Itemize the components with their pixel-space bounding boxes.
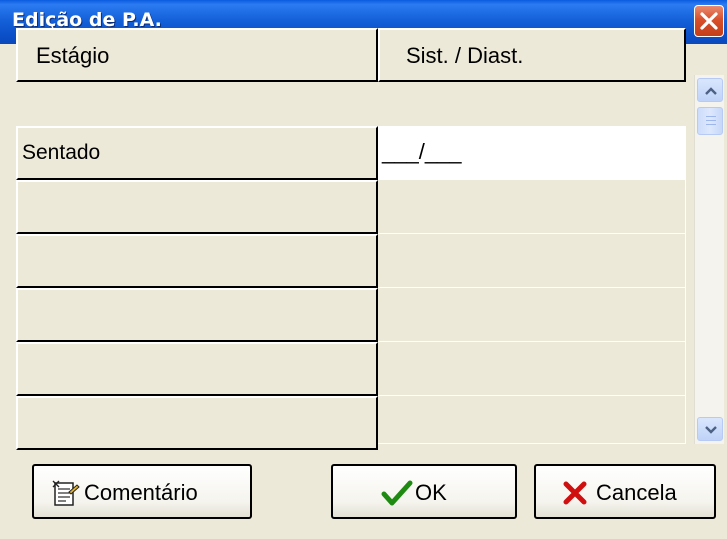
- pressure-cell[interactable]: [378, 288, 686, 342]
- scroll-thumb[interactable]: [697, 107, 723, 135]
- scroll-up-button[interactable]: [697, 78, 723, 102]
- scroll-down-button[interactable]: [697, 417, 723, 441]
- close-icon: [700, 12, 718, 30]
- pressure-cell[interactable]: [378, 396, 686, 444]
- column-header-pressure[interactable]: Sist. / Diast.: [378, 28, 686, 82]
- table-row-stage[interactable]: [16, 342, 378, 396]
- notepad-icon: [52, 480, 80, 506]
- comment-button-label: Comentário: [84, 480, 198, 505]
- comment-button[interactable]: Comentário: [32, 464, 252, 519]
- ok-button-label: OK: [415, 480, 447, 505]
- table-row-stage[interactable]: [16, 180, 378, 234]
- vertical-scrollbar[interactable]: [694, 75, 724, 444]
- column-header-stage-label: Estágio: [36, 43, 110, 68]
- stage-cell: Sentado: [22, 141, 101, 164]
- pressure-cell[interactable]: [378, 180, 686, 234]
- table-row-stage[interactable]: [16, 288, 378, 342]
- column-header-pressure-label: Sist. / Diast.: [406, 43, 524, 68]
- table-row-stage[interactable]: Sentado: [16, 126, 378, 180]
- checkmark-icon: [381, 480, 413, 506]
- close-button[interactable]: [694, 5, 724, 37]
- red-x-icon: [563, 481, 587, 505]
- column-header-stage[interactable]: Estágio: [16, 28, 378, 82]
- chevron-up-icon: [705, 87, 717, 95]
- ok-button[interactable]: OK: [331, 464, 517, 519]
- pressure-mask-value: ___/___: [382, 139, 462, 164]
- pressure-input-cell[interactable]: ___/___: [378, 126, 686, 180]
- cancel-button-label: Cancela: [596, 480, 677, 505]
- pressure-cell[interactable]: [378, 342, 686, 396]
- table-row-stage[interactable]: [16, 234, 378, 288]
- table-row-stage[interactable]: [16, 396, 378, 450]
- chevron-down-icon: [705, 426, 717, 434]
- pressure-cell[interactable]: [378, 234, 686, 288]
- cancel-button[interactable]: Cancela: [534, 464, 716, 519]
